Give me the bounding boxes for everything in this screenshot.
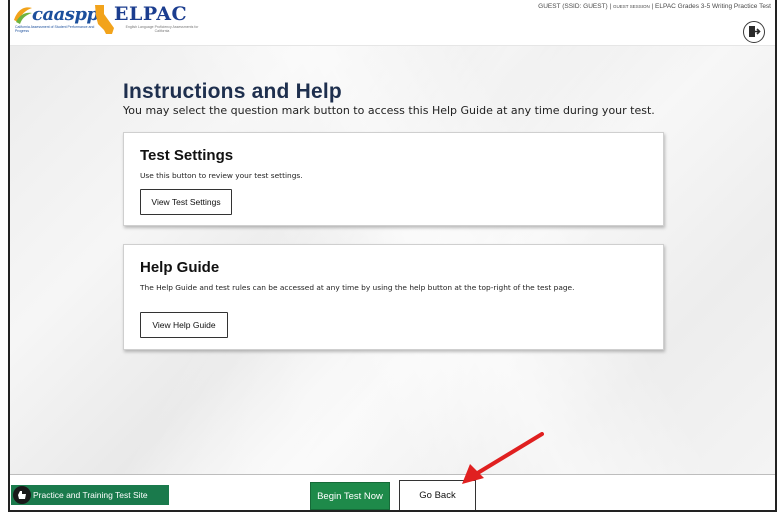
elpac-logo-subtitle: English Language Proficiency Assessments… bbox=[125, 25, 199, 33]
main-content: Instructions and Help You may select the… bbox=[10, 46, 775, 474]
thumbs-up-icon bbox=[18, 491, 26, 499]
site-button-label: Practice and Training Test Site bbox=[33, 490, 148, 500]
card-description: Use this button to review your test sett… bbox=[140, 171, 303, 180]
card-description: The Help Guide and test rules can be acc… bbox=[140, 283, 575, 292]
elpac-logo-text: ELPAC bbox=[114, 3, 188, 25]
test-name: | ELPAC Grades 3-5 Writing Practice Test bbox=[651, 3, 771, 10]
go-back-button[interactable]: Go Back bbox=[399, 480, 476, 510]
elpac-logo: ELPAC English Language Proficiency Asses… bbox=[92, 2, 202, 40]
view-help-guide-button[interactable]: View Help Guide bbox=[140, 312, 228, 338]
page-title: Instructions and Help bbox=[123, 80, 342, 103]
exit-button[interactable] bbox=[743, 21, 765, 43]
begin-test-button[interactable]: Begin Test Now bbox=[310, 482, 390, 510]
user-info: GUEST (SSID: GUEST) | bbox=[538, 3, 612, 10]
card-title: Test Settings bbox=[140, 147, 234, 164]
caaspp-swoosh-icon bbox=[14, 7, 32, 24]
card-title: Help Guide bbox=[140, 259, 220, 276]
caaspp-logo-subtitle: California Assessment of Student Perform… bbox=[15, 25, 95, 33]
caaspp-logo: caaspp California Assessment of Student … bbox=[12, 2, 99, 34]
caaspp-logo-text: caaspp bbox=[32, 4, 99, 25]
help-guide-card: Help Guide The Help Guide and test rules… bbox=[123, 244, 664, 350]
view-test-settings-button[interactable]: View Test Settings bbox=[140, 189, 232, 215]
test-settings-card: Test Settings Use this button to review … bbox=[123, 132, 664, 226]
header: caaspp California Assessment of Student … bbox=[10, 0, 775, 46]
app-frame: caaspp California Assessment of Student … bbox=[8, 0, 777, 512]
california-state-icon bbox=[95, 5, 114, 34]
exit-door-icon bbox=[749, 26, 761, 37]
footer-bar: Practice and Training Test Site Begin Te… bbox=[10, 474, 775, 510]
site-badge-icon bbox=[13, 486, 31, 504]
session-label: GUEST SESSION bbox=[613, 4, 650, 9]
page-description: You may select the question mark button … bbox=[123, 104, 655, 117]
session-info-bar: GUEST (SSID: GUEST) | GUEST SESSION | EL… bbox=[538, 3, 771, 10]
practice-training-site-button[interactable]: Practice and Training Test Site bbox=[11, 485, 169, 505]
